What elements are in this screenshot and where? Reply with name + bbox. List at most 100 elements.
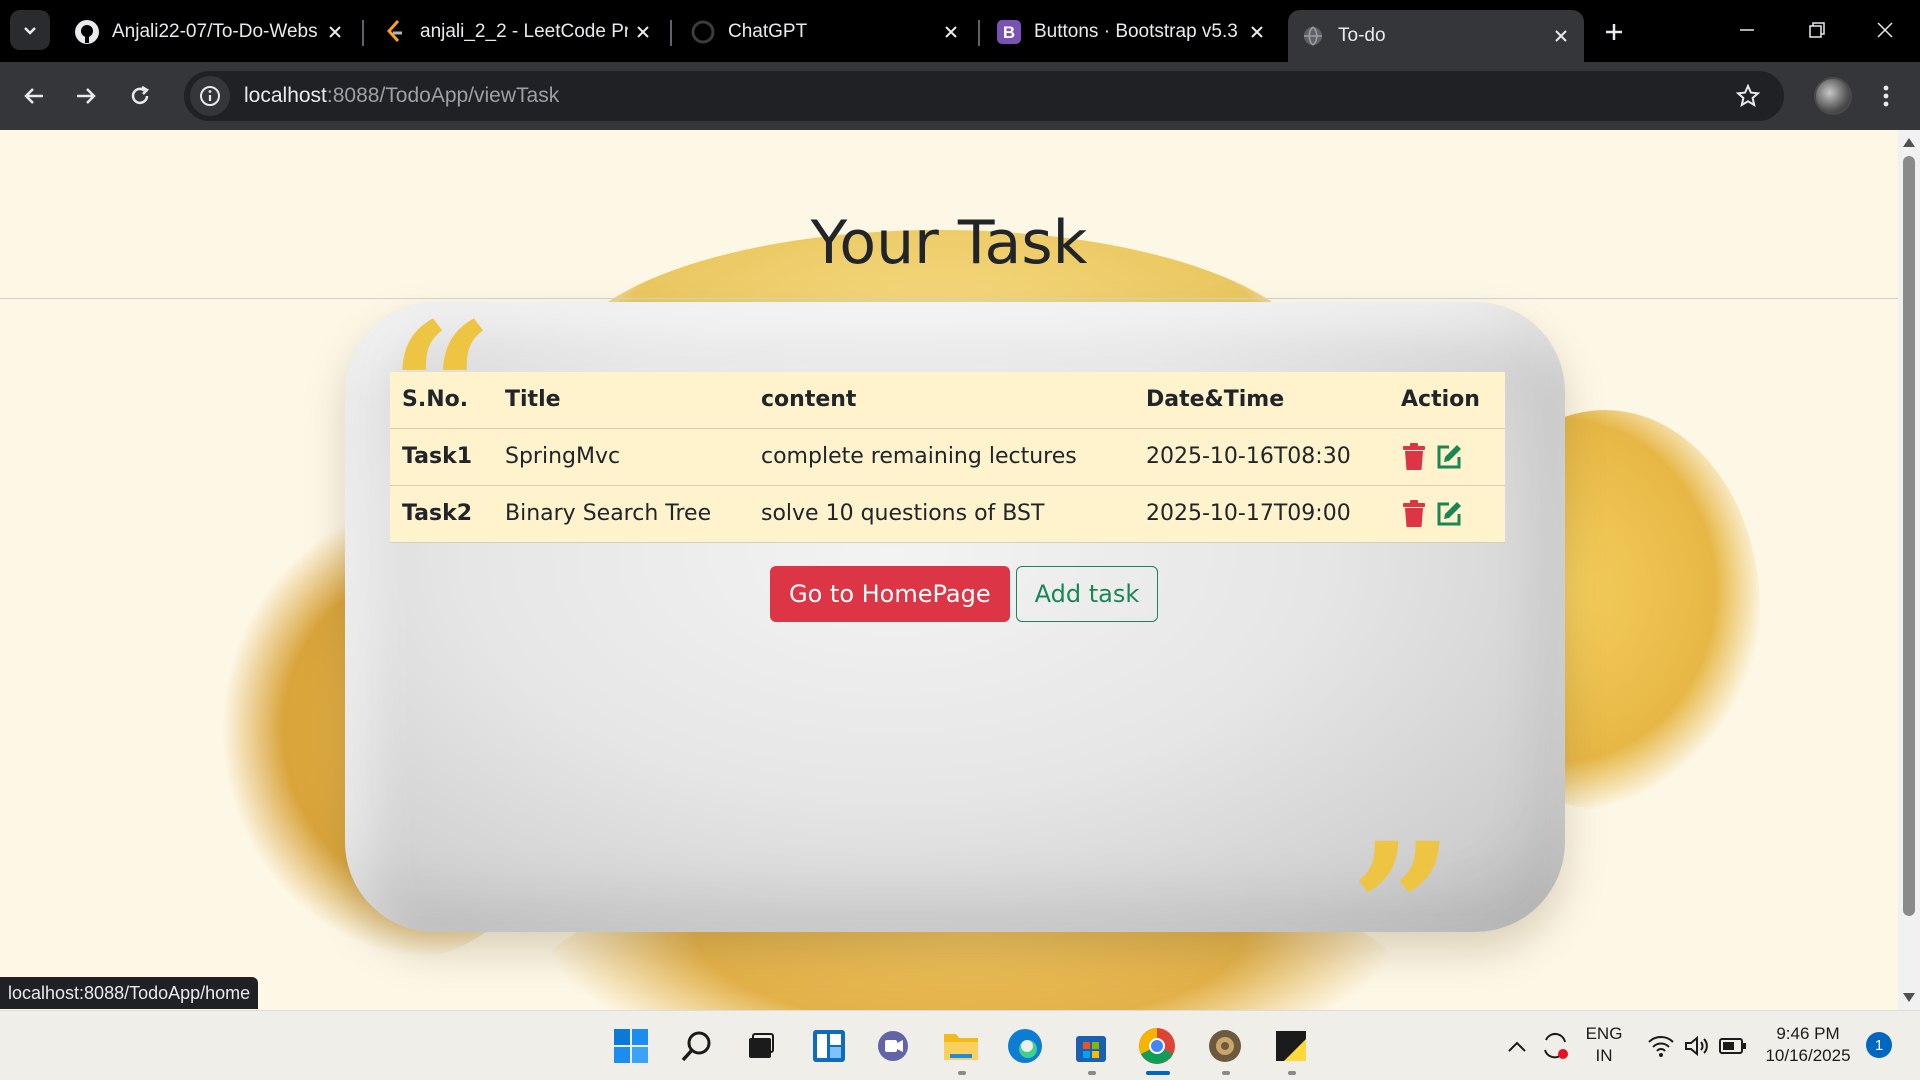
widgets-icon (813, 1030, 845, 1062)
task-actions (1389, 428, 1505, 486)
sync-tray-button[interactable] (1534, 1025, 1576, 1067)
close-icon[interactable] (1546, 21, 1576, 51)
tab-github[interactable]: Anjali22-07/To-Do-Webs (62, 10, 358, 54)
search-button[interactable] (676, 1025, 718, 1067)
edge-icon (1008, 1029, 1042, 1063)
edge-button[interactable] (1004, 1025, 1046, 1067)
minimize-button[interactable] (1712, 0, 1782, 60)
battery-button[interactable] (1712, 1025, 1754, 1067)
edit-task-button[interactable] (1435, 499, 1465, 529)
chat-icon (878, 1031, 908, 1061)
clock-time: 9:46 PM (1776, 1024, 1840, 1043)
task-datetime: 2025-10-16T08:30 (1134, 428, 1389, 486)
bootstrap-icon: B (996, 19, 1022, 45)
show-hidden-icons-button[interactable] (1496, 1025, 1538, 1067)
sticky-note-icon (1276, 1031, 1306, 1061)
close-icon[interactable] (628, 17, 658, 47)
chrome-button[interactable] (1136, 1025, 1178, 1067)
tab-todo[interactable]: To-do (1288, 10, 1584, 62)
task-title: SpringMvc (493, 428, 749, 486)
column-header-title: Title (493, 372, 749, 429)
tab-title: Anjali22-07/To-Do-Webs (112, 21, 318, 42)
table-row: Task2 Binary Search Tree solve 10 questi… (390, 485, 1505, 543)
address-bar[interactable]: localhost:8088/TodoApp/viewTask (184, 71, 1784, 121)
page-scrollbar[interactable] (1898, 130, 1920, 1010)
tab-title: To-do (1338, 25, 1386, 46)
start-button[interactable] (610, 1025, 652, 1067)
task-view-icon (749, 1033, 774, 1058)
running-indicator (1288, 1071, 1296, 1075)
close-icon (1877, 22, 1893, 38)
tab-leetcode[interactable]: anjali_2_2 - LeetCode Pro (370, 10, 666, 54)
chevron-down-icon (24, 27, 36, 35)
go-to-homepage-button[interactable]: Go to HomePage (770, 566, 1010, 622)
tab-bootstrap[interactable]: B Buttons · Bootstrap v5.3 (984, 10, 1280, 54)
edit-task-button[interactable] (1435, 442, 1465, 472)
scroll-up-arrow-icon[interactable] (1903, 138, 1915, 147)
more-vertical-icon (1883, 85, 1889, 107)
clock[interactable]: 9:46 PM 10/16/2025 (1758, 1023, 1858, 1067)
task-content: complete remaining lectures (749, 428, 1134, 486)
profile-avatar[interactable] (1814, 77, 1852, 115)
forward-button[interactable] (64, 74, 108, 118)
volume-icon (1685, 1035, 1708, 1057)
task-view-button[interactable] (740, 1025, 782, 1067)
task-title: Binary Search Tree (493, 485, 749, 543)
delete-task-button[interactable] (1401, 442, 1431, 472)
file-explorer-button[interactable] (940, 1025, 982, 1067)
delete-task-button[interactable] (1401, 499, 1431, 529)
reload-button[interactable] (118, 74, 162, 118)
globe-icon (1300, 23, 1326, 49)
add-task-button[interactable]: Add task (1015, 566, 1159, 622)
url-path: :8088/TodoApp/viewTask (326, 84, 560, 107)
running-indicator (958, 1071, 966, 1075)
github-icon (74, 19, 100, 45)
clock-date: 10/16/2025 (1765, 1046, 1851, 1065)
new-tab-button[interactable] (1596, 14, 1632, 50)
restore-button[interactable] (1782, 0, 1852, 60)
tab-chatgpt[interactable]: ChatGPT (678, 10, 974, 54)
scroll-thumb[interactable] (1903, 156, 1915, 916)
task-content: solve 10 questions of BST (749, 485, 1134, 543)
close-icon[interactable] (320, 17, 350, 47)
bookmark-star-icon[interactable] (1730, 78, 1766, 114)
tab-separator (362, 20, 364, 46)
tab-strip: Anjali22-07/To-Do-Webs anjali_2_2 - Leet… (0, 0, 1920, 62)
task-table: S.No. Title content Date&Time Action Tas… (390, 372, 1505, 543)
task-actions (1389, 485, 1505, 543)
close-icon[interactable] (1242, 17, 1272, 47)
back-button[interactable] (12, 74, 56, 118)
task-sno: Task2 (390, 485, 493, 543)
divider (0, 298, 1898, 299)
restore-icon (1809, 22, 1825, 38)
widgets-button[interactable] (808, 1025, 850, 1067)
wifi-icon (1648, 1036, 1674, 1057)
tab-search-button[interactable] (10, 10, 50, 50)
minimize-icon (1740, 29, 1754, 31)
tab-title: anjali_2_2 - LeetCode Pro (420, 21, 628, 42)
running-indicator (1222, 1071, 1230, 1075)
sync-icon (1544, 1032, 1568, 1059)
window-close-button[interactable] (1850, 0, 1920, 60)
action-buttons: Go to HomePage Add task (770, 566, 1159, 622)
teams-chat-button[interactable] (872, 1025, 914, 1067)
browser-menu-button[interactable] (1870, 74, 1902, 118)
language-label: ENG (1585, 1024, 1623, 1043)
store-button[interactable] (1070, 1025, 1112, 1067)
task-datetime: 2025-10-17T09:00 (1134, 485, 1389, 543)
tab-separator (978, 20, 980, 46)
site-info-icon[interactable] (190, 76, 230, 116)
language-indicator[interactable]: ENG IN (1580, 1023, 1628, 1067)
notification-badge[interactable]: 1 (1866, 1032, 1892, 1058)
close-icon[interactable] (936, 17, 966, 47)
table-row: Task1 SpringMvc complete remaining lectu… (390, 428, 1505, 486)
sticky-notes-button[interactable] (1270, 1025, 1312, 1067)
trash-icon (1403, 442, 1425, 470)
arrow-right-icon (77, 88, 96, 104)
edit-icon (1437, 501, 1461, 525)
app-button[interactable] (1204, 1025, 1246, 1067)
reload-icon (131, 85, 150, 105)
table-header-row: S.No. Title content Date&Time Action (390, 372, 1505, 429)
page-viewport: “ ” Your Task S.No. Title content Date&T… (0, 130, 1898, 1010)
scroll-down-arrow-icon[interactable] (1903, 993, 1915, 1002)
